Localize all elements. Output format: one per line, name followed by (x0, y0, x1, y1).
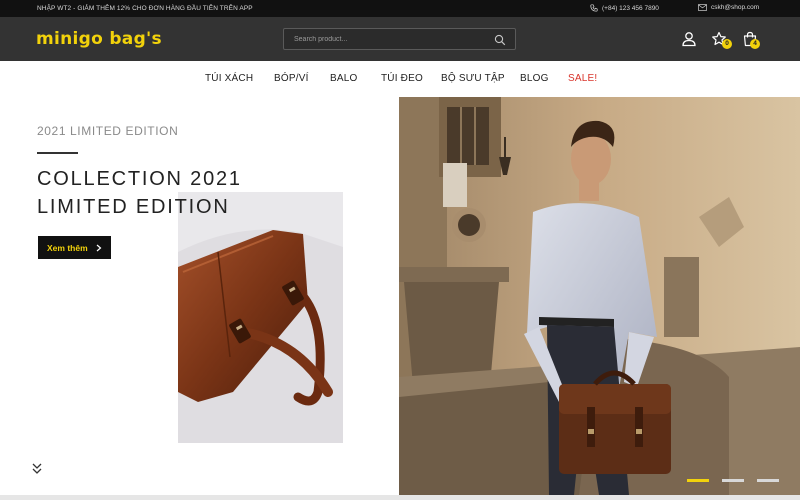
edition-label: 2021 LIMITED EDITION (37, 124, 179, 138)
collection-headline: COLLECTION 2021 LIMITED EDITION (37, 165, 242, 221)
mail-icon (698, 4, 707, 11)
phone-contact[interactable]: (+84) 123 456 7890 (590, 4, 659, 12)
view-more-label: Xem thêm (47, 242, 88, 253)
wishlist-count-badge: 0 (722, 39, 732, 49)
nav-item-tui-deo[interactable]: TÚI ĐEO (381, 73, 423, 84)
promo-text: NHẬP WT2 - GIẢM THÊM 12% CHO ĐƠN HÀNG ĐẦ… (37, 5, 253, 12)
page-bottom-strip (0, 495, 800, 500)
nav-item-sale[interactable]: SALE! (568, 73, 597, 84)
hero-image-man-with-bag (399, 97, 800, 495)
slider-dot-2[interactable] (722, 479, 744, 482)
nav-item-balo[interactable]: BALO (330, 73, 357, 84)
headline-line-1: COLLECTION 2021 (37, 168, 242, 190)
chevron-right-icon (96, 244, 102, 251)
main-navigation: TÚI XÁCH BÓP/VÍ BALO TÚI ĐEO BỘ SƯU TẬP … (0, 61, 800, 97)
nav-item-bo-suu-tap[interactable]: BỘ SƯU TẬP (441, 73, 505, 84)
cart-count-badge: 4 (750, 39, 760, 49)
main-header: minigo bag's 0 4 (0, 17, 800, 61)
slider-dot-3[interactable] (757, 479, 779, 482)
hero-photo-illustration (399, 97, 800, 495)
top-bar: NHẬP WT2 - GIẢM THÊM 12% CHO ĐƠN HÀNG ĐẦ… (0, 0, 800, 17)
email-address: cskh@shop.com (711, 4, 760, 11)
search-icon[interactable] (494, 34, 506, 46)
phone-icon (590, 4, 598, 12)
search-box (283, 28, 516, 50)
hero-text-panel: 2021 LIMITED EDITION COLLECTION 2021 LIM… (0, 97, 400, 495)
email-contact[interactable]: cskh@shop.com (698, 4, 759, 11)
slider-pagination (687, 479, 779, 483)
view-more-button[interactable]: Xem thêm (38, 236, 111, 259)
handbag-illustration (178, 229, 343, 443)
phone-number: (+84) 123 456 7890 (602, 4, 659, 12)
scroll-down-icon[interactable] (31, 462, 43, 476)
nav-item-tui-xach[interactable]: TÚI XÁCH (205, 73, 253, 84)
slider-dot-1[interactable] (687, 479, 709, 482)
nav-item-bop-vi[interactable]: BÓP/VÍ (274, 73, 309, 84)
search-input[interactable] (294, 33, 484, 46)
product-image-brown-handbag (178, 192, 343, 443)
user-icon[interactable] (681, 31, 697, 47)
site-logo[interactable]: minigo bag's (36, 29, 162, 49)
divider-line (37, 152, 78, 154)
nav-item-blog[interactable]: BLOG (520, 73, 549, 84)
headline-line-2: LIMITED EDITION (37, 196, 230, 218)
